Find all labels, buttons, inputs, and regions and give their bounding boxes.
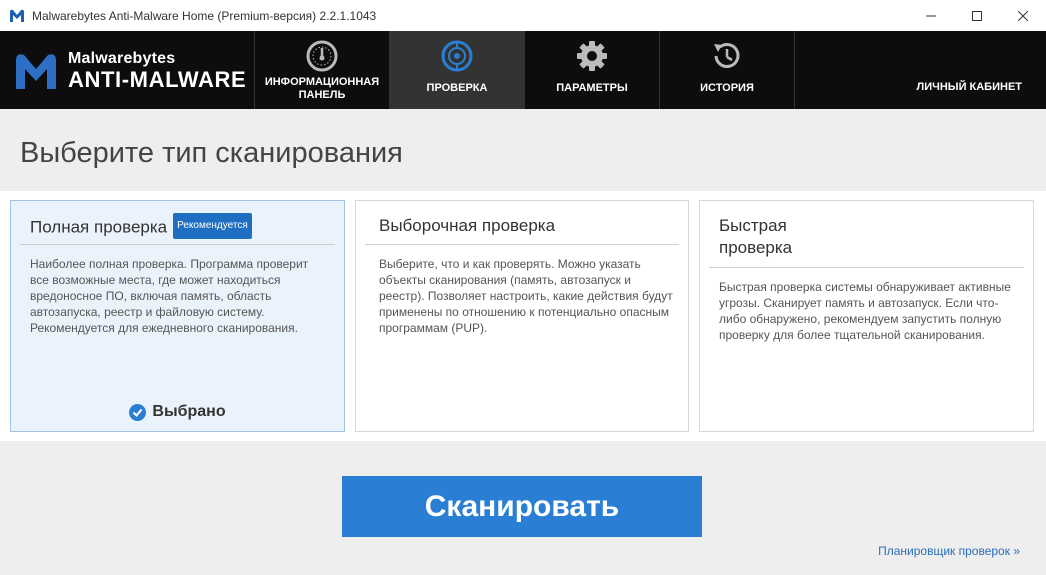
tab-dashboard[interactable]: ИНФОРМАЦИОННАЯ ПАНЕЛЬ (254, 31, 389, 109)
main-navbar: Malwarebytes ANTI-MALWARE ИНФОРМАЦИОННАЯ… (0, 31, 1046, 109)
malwarebytes-app-icon (10, 9, 24, 22)
scheduler-link[interactable]: Планировщик проверок » (878, 544, 1020, 558)
account-link[interactable]: ЛИЧНЫЙ КАБИНЕТ (917, 81, 1023, 93)
nav-divider (794, 31, 795, 109)
selected-label: Выбрано (152, 403, 226, 420)
recommended-badge: Рекомендуется (173, 213, 252, 239)
dashboard-icon (306, 40, 338, 72)
scan-button[interactable]: Сканировать (342, 476, 702, 537)
tab-history[interactable]: ИСТОРИЯ (659, 31, 794, 109)
card-title: Быстрая проверка (719, 216, 793, 257)
tab-scan-label: ПРОВЕРКА (426, 82, 488, 94)
scan-type-cards: Полная проверка Рекомендуется Наиболее по… (0, 191, 1046, 441)
logo-brand: Malwarebytes (68, 50, 176, 67)
window-titlebar: Malwarebytes Anti-Malware Home (Premium-… (0, 0, 1046, 31)
main-content: Выберите тип сканирования Полная проверк… (0, 109, 1046, 575)
check-icon (129, 403, 147, 421)
card-divider (709, 267, 1024, 268)
malwarebytes-logo-icon (16, 54, 56, 89)
card-title-text: Полная проверка (30, 217, 168, 237)
tab-history-label: ИСТОРИЯ (700, 82, 754, 94)
logo: Malwarebytes ANTI-MALWARE (12, 46, 247, 96)
card-divider (20, 244, 335, 245)
tab-settings[interactable]: ПАРАМЕТРЫ (524, 31, 659, 109)
history-icon (714, 43, 740, 68)
card-custom-scan[interactable]: Выборочная проверка Выберите, что и как … (355, 200, 689, 432)
card-description: Выберите, что и как проверять. Можно ука… (379, 257, 673, 335)
card-full-scan[interactable]: Полная проверка Рекомендуется Наиболее по… (10, 200, 345, 432)
card-title: Выборочная проверка (379, 216, 556, 235)
tab-settings-label: ПАРАМЕТРЫ (556, 82, 628, 94)
minimize-icon (926, 15, 936, 16)
scan-icon (441, 40, 473, 72)
tab-dashboard-label: ИНФОРМАЦИОННАЯ ПАНЕЛЬ (264, 76, 380, 101)
maximize-button[interactable] (954, 0, 1000, 31)
maximize-icon (972, 10, 982, 21)
logo-product: ANTI-MALWARE (68, 67, 247, 92)
card-description: Быстрая проверка системы обнаруживает ак… (719, 280, 1011, 342)
tab-scan[interactable]: ПРОВЕРКА (389, 31, 524, 109)
close-button[interactable] (1000, 0, 1046, 31)
window-title: Malwarebytes Anti-Malware Home (Premium-… (32, 8, 377, 23)
card-quick-scan[interactable]: Быстрая проверка Быстрая проверка систем… (699, 200, 1034, 432)
card-description: Наиболее полная проверка. Программа пров… (30, 257, 309, 335)
card-title: Полная проверка Рекомендуется (30, 213, 252, 241)
selected-indicator: Выбрано (11, 403, 344, 421)
card-divider (365, 244, 679, 245)
close-icon (1018, 10, 1028, 21)
page-title: Выберите тип сканирования (20, 137, 403, 169)
gear-icon (577, 41, 607, 71)
minimize-button[interactable] (908, 0, 954, 31)
